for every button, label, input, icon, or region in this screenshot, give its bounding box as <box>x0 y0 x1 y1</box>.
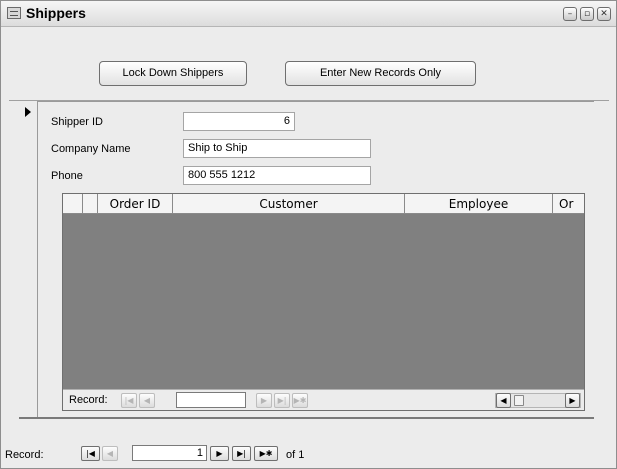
minimize-icon[interactable]: – <box>563 7 577 21</box>
subform-previous-record-button[interactable]: ◀ <box>139 393 155 408</box>
column-header-blank[interactable] <box>83 194 98 214</box>
first-record-button[interactable]: |◀ <box>81 446 100 461</box>
lock-down-shippers-button[interactable]: Lock Down Shippers <box>99 61 247 86</box>
column-header-order-id[interactable]: Order ID <box>98 194 173 214</box>
column-header-order-date[interactable]: Or <box>553 194 584 214</box>
subform-records-area[interactable] <box>63 214 584 389</box>
previous-record-button[interactable]: ◀ <box>102 446 118 461</box>
form-navigation-bar: Record: |◀ ◀ 1 ▶ ▶| ▶✱ of 1 <box>1 441 616 469</box>
phone-field[interactable]: 800 555 1212 <box>183 166 371 185</box>
company-name-label: Company Name <box>51 143 131 155</box>
scrollbar-thumb[interactable] <box>514 395 524 406</box>
subform-next-record-button[interactable]: ▶ <box>256 393 272 408</box>
record-count-text: of 1 <box>286 449 305 461</box>
new-record-button[interactable]: ▶✱ <box>254 446 278 461</box>
column-header-employee[interactable]: Employee <box>405 194 553 214</box>
title-bar[interactable]: Shippers – ▫ ✕ <box>1 1 616 27</box>
scroll-right-icon[interactable]: ▶ <box>565 393 580 408</box>
detail-divider <box>38 101 594 102</box>
company-name-field[interactable]: Ship to Ship <box>183 139 371 158</box>
column-header-customer[interactable]: Customer <box>173 194 405 214</box>
subform-record-number-input[interactable] <box>176 392 246 408</box>
select-all-corner[interactable] <box>63 194 83 214</box>
close-icon[interactable]: ✕ <box>597 7 611 21</box>
record-label: Record: <box>5 449 44 461</box>
subform-first-record-button[interactable]: |◀ <box>121 393 137 408</box>
subform-last-record-button[interactable]: ▶| <box>274 393 290 408</box>
shipper-id-label: Shipper ID <box>51 116 103 128</box>
record-number-input[interactable]: 1 <box>132 445 207 461</box>
window-title: Shippers <box>26 5 86 21</box>
enter-new-records-only-button[interactable]: Enter New Records Only <box>285 61 476 86</box>
shipper-id-field[interactable]: 6 <box>183 112 295 131</box>
subform-new-record-button[interactable]: ▶✱ <box>292 393 308 408</box>
form-icon <box>7 7 21 19</box>
record-selector[interactable] <box>19 101 38 417</box>
last-record-button[interactable]: ▶| <box>232 446 251 461</box>
scroll-left-icon[interactable]: ◀ <box>496 393 511 408</box>
subform-record-label: Record: <box>69 394 108 406</box>
phone-label: Phone <box>51 170 83 182</box>
restore-icon[interactable]: ▫ <box>580 7 594 21</box>
orders-subform[interactable]: Order ID Customer Employee Or Record: |◀… <box>62 193 585 411</box>
next-record-button[interactable]: ▶ <box>210 446 229 461</box>
detail-bottom-divider <box>19 417 594 419</box>
subform-navigation-bar: Record: |◀ ◀ ▶ ▶| ▶✱ ◀ ▶ <box>63 389 584 410</box>
current-record-triangle-icon <box>25 107 31 117</box>
subform-horizontal-scrollbar[interactable]: ◀ ▶ <box>495 393 581 408</box>
shippers-form-window: Shippers – ▫ ✕ Lock Down Shippers Enter … <box>0 0 617 469</box>
subform-column-headers: Order ID Customer Employee Or <box>63 194 584 214</box>
